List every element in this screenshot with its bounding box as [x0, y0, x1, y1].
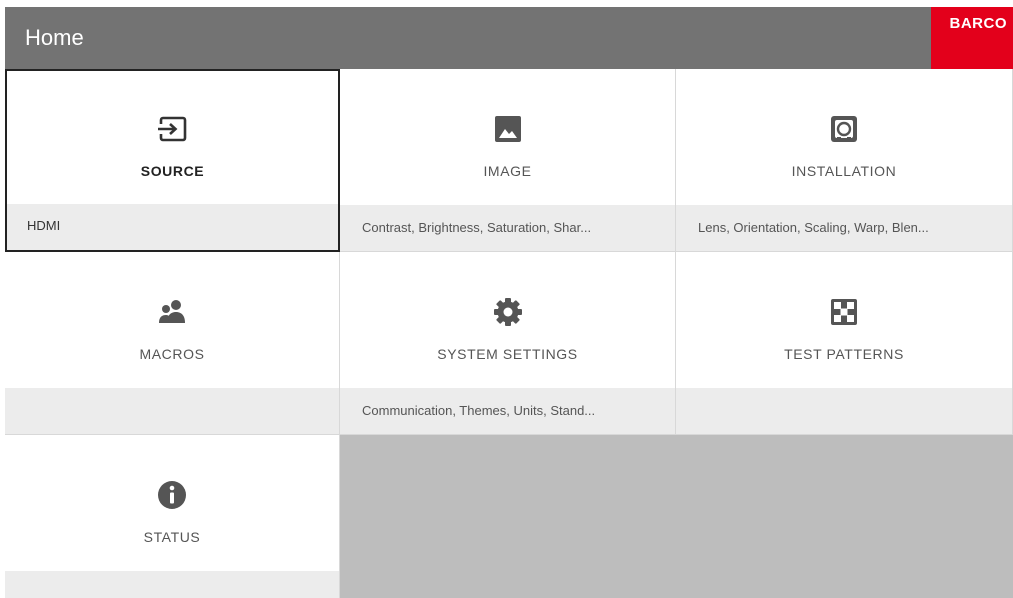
- tile-test-patterns-label: TEST PATTERNS: [784, 346, 904, 362]
- tile-macros-detail: [5, 388, 339, 434]
- menu-grid: SOURCE HDMI IMAGE Contrast, Brightness, …: [5, 69, 1013, 598]
- tile-test-patterns-body: TEST PATTERNS: [676, 252, 1012, 388]
- tile-macros-body: MACROS: [5, 252, 339, 388]
- tile-system-settings-detail: Communication, Themes, Units, Stand...: [340, 388, 675, 434]
- tile-installation-body: INSTALLATION: [676, 69, 1012, 205]
- tile-source-body: SOURCE: [7, 71, 338, 207]
- tile-test-patterns-detail: [676, 388, 1012, 434]
- logo-text: BARCO: [949, 15, 1007, 32]
- header-bar: Home BARCO: [5, 7, 1013, 69]
- checkerboard-icon: [828, 296, 860, 328]
- tile-status-label: STATUS: [143, 529, 201, 545]
- barco-logo: BARCO: [931, 7, 1013, 69]
- tile-installation-label: INSTALLATION: [791, 163, 897, 179]
- people-icon: [156, 296, 188, 328]
- tile-source-label: SOURCE: [140, 163, 205, 179]
- tile-status-body: STATUS: [5, 435, 339, 571]
- tile-image-body: IMAGE: [340, 69, 675, 205]
- tile-system-settings-label: SYSTEM SETTINGS: [437, 346, 578, 362]
- page-title: Home: [25, 25, 84, 50]
- tile-source[interactable]: SOURCE HDMI: [5, 69, 340, 252]
- tile-test-patterns[interactable]: TEST PATTERNS: [676, 252, 1013, 435]
- tile-image-label: IMAGE: [483, 163, 532, 179]
- tile-installation-detail: Lens, Orientation, Scaling, Warp, Blen..…: [676, 205, 1012, 251]
- projector-lens-icon: [828, 113, 860, 145]
- tile-image-detail: Contrast, Brightness, Saturation, Shar..…: [340, 205, 675, 251]
- tile-image[interactable]: IMAGE Contrast, Brightness, Saturation, …: [340, 69, 676, 252]
- tile-macros-label: MACROS: [139, 346, 205, 362]
- tile-status[interactable]: STATUS: [5, 435, 340, 598]
- tile-system-settings-body: SYSTEM SETTINGS: [340, 252, 675, 388]
- tile-source-detail: HDMI: [7, 204, 338, 250]
- source-input-icon: [156, 113, 189, 145]
- app-window: Home BARCO SOURCE HDMI IMAGE Contrast, B…: [0, 0, 1013, 598]
- info-icon: [156, 479, 188, 511]
- gear-icon: [492, 296, 524, 328]
- image-icon: [492, 113, 524, 145]
- tile-installation[interactable]: INSTALLATION Lens, Orientation, Scaling,…: [676, 69, 1013, 252]
- tile-macros[interactable]: MACROS: [5, 252, 340, 435]
- tile-system-settings[interactable]: SYSTEM SETTINGS Communication, Themes, U…: [340, 252, 676, 435]
- tile-status-detail: [5, 571, 339, 598]
